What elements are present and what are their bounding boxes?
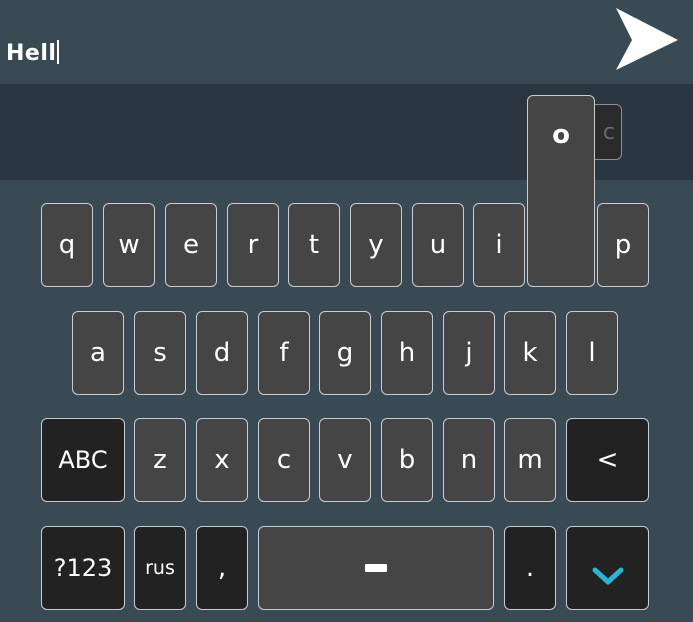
key-s[interactable]: s	[134, 311, 186, 395]
key-t[interactable]: t	[288, 203, 340, 287]
input-text-value: Hell	[6, 41, 57, 66]
key-p[interactable]: p	[597, 203, 649, 287]
key-label: i	[495, 230, 503, 260]
key-label: f	[279, 338, 289, 368]
key-label: n	[460, 445, 478, 475]
key-label: v	[337, 445, 353, 475]
backspace-button[interactable]: <	[566, 418, 649, 502]
key-b[interactable]: b	[381, 418, 433, 502]
key-label: u	[429, 230, 447, 260]
text-input[interactable]: Hell	[6, 40, 60, 68]
key-label: ABC	[58, 446, 108, 474]
key-label: q	[58, 230, 76, 260]
key-g[interactable]: g	[319, 311, 371, 395]
key-label: e	[183, 230, 199, 260]
key-label: w	[118, 230, 140, 260]
key-z[interactable]: z	[134, 418, 186, 502]
key-a[interactable]: a	[72, 311, 124, 395]
key-y[interactable]: y	[350, 203, 402, 287]
text-caret	[57, 40, 60, 64]
shift-abc-button[interactable]: ABC	[41, 418, 125, 502]
key-popup-o: o	[527, 95, 595, 287]
key-label: k	[522, 338, 538, 368]
key-i[interactable]: i	[473, 203, 525, 287]
key-label: x	[214, 445, 230, 475]
key-f[interactable]: f	[258, 311, 310, 395]
chevron-down-icon	[592, 567, 623, 585]
key-j[interactable]: j	[443, 311, 495, 395]
key-l[interactable]: l	[566, 311, 618, 395]
key-h[interactable]: h	[381, 311, 433, 395]
key-q[interactable]: q	[41, 203, 93, 287]
key-comma[interactable]: ,	[196, 526, 248, 610]
space-bar[interactable]	[258, 526, 494, 610]
send-arrow-icon	[616, 8, 678, 70]
key-label: r	[247, 230, 259, 260]
key-period[interactable]: .	[504, 526, 556, 610]
space-bar-icon	[365, 564, 387, 572]
key-label: y	[368, 230, 384, 260]
key-label: m	[517, 445, 543, 475]
hide-keyboard-button[interactable]	[566, 526, 649, 610]
key-m[interactable]: m	[504, 418, 556, 502]
key-popup-label: o	[552, 120, 570, 150]
key-label: .	[525, 553, 535, 583]
key-x[interactable]: x	[196, 418, 248, 502]
key-label: c	[276, 445, 292, 475]
key-label: l	[588, 338, 596, 368]
key-label: ,	[217, 553, 227, 583]
symbols-button[interactable]: ?123	[41, 526, 125, 610]
key-label: ?123	[53, 554, 113, 582]
key-label: d	[213, 338, 231, 368]
key-label: a	[90, 338, 106, 368]
key-label: b	[398, 445, 416, 475]
key-label: <	[596, 445, 619, 475]
hidden-key-label: c	[602, 119, 615, 145]
input-bar: Hell	[0, 0, 693, 84]
key-v[interactable]: v	[319, 418, 371, 502]
key-d[interactable]: d	[196, 311, 248, 395]
key-label: rus	[145, 557, 175, 579]
key-e[interactable]: e	[165, 203, 217, 287]
key-label: z	[153, 445, 167, 475]
key-k[interactable]: k	[504, 311, 556, 395]
key-label: p	[614, 230, 632, 260]
language-rus-button[interactable]: rus	[134, 526, 186, 610]
key-label: s	[153, 338, 167, 368]
key-r[interactable]: r	[227, 203, 279, 287]
key-c[interactable]: c	[258, 418, 310, 502]
key-label: g	[336, 338, 354, 368]
send-button[interactable]	[610, 4, 682, 74]
key-label: h	[398, 338, 416, 368]
key-label: t	[308, 230, 320, 260]
key-label: j	[465, 338, 473, 368]
key-w[interactable]: w	[103, 203, 155, 287]
key-n[interactable]: n	[443, 418, 495, 502]
key-u[interactable]: u	[412, 203, 464, 287]
